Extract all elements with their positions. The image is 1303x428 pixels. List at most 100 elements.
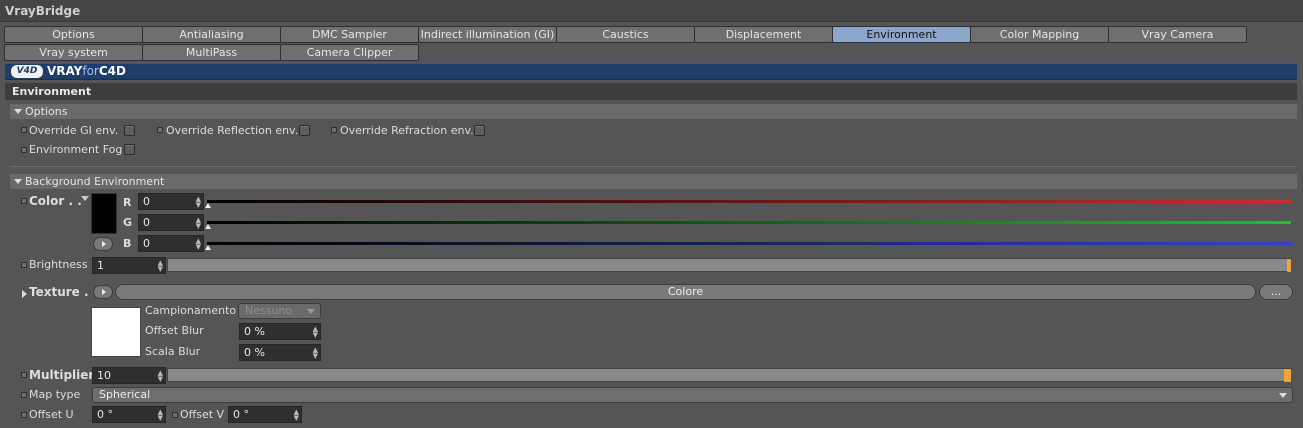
animation-dot-icon[interactable] xyxy=(21,198,27,204)
brightness-slider[interactable] xyxy=(167,258,1291,272)
offset-blur-input[interactable]: 0 % ▲ ▼ xyxy=(239,323,321,340)
g-slider-handle-icon[interactable] xyxy=(205,224,211,229)
animation-dot-icon[interactable] xyxy=(21,412,27,418)
brightness-slider-handle[interactable] xyxy=(1287,259,1291,272)
campionamento-label: Campionamento xyxy=(145,304,237,317)
tab-dmc-sampler[interactable]: DMC Sampler xyxy=(280,26,419,43)
r-slider-handle-icon[interactable] xyxy=(205,203,211,208)
section-title: Environment xyxy=(5,83,1297,100)
background-environment-group[interactable]: Background Environment xyxy=(10,174,1297,189)
tab-multipass[interactable]: MultiPass xyxy=(142,44,281,61)
r-input[interactable]: 0 ▲ ▼ xyxy=(138,193,204,210)
animation-dot-icon[interactable] xyxy=(157,127,163,133)
offset-u-value: 0 ° xyxy=(97,408,113,421)
tab-environment[interactable]: Environment xyxy=(832,26,971,43)
animation-dot-icon[interactable] xyxy=(21,392,27,398)
color-label: Color . . xyxy=(29,194,82,208)
g-slider[interactable] xyxy=(207,221,1291,224)
texture-more-button[interactable]: ... xyxy=(1259,284,1293,300)
offset-u-label: Offset U xyxy=(29,408,74,421)
b-label: B xyxy=(123,237,132,250)
animation-dot-icon[interactable] xyxy=(21,372,27,378)
brightness-input[interactable]: 1 ▲ ▼ xyxy=(92,257,166,274)
brand-vray: VRAY xyxy=(47,64,83,78)
b-slider-handle-icon[interactable] xyxy=(205,245,211,250)
override-gi-label: Override GI env. xyxy=(29,124,119,137)
multiplier-input[interactable]: 10 ▲ ▼ xyxy=(92,367,166,384)
map-type-label: Map type xyxy=(29,388,81,401)
collapse-triangle-icon xyxy=(14,109,22,114)
tab-caustics[interactable]: Caustics xyxy=(556,26,695,43)
options-group[interactable]: Options xyxy=(10,104,1297,119)
tab-antialiasing[interactable]: Antialiasing xyxy=(142,26,281,43)
offset-v-input[interactable]: 0 ° ▲ ▼ xyxy=(228,406,302,423)
animation-dot-icon[interactable] xyxy=(172,412,178,418)
options-group-label: Options xyxy=(25,105,68,118)
collapse-triangle-icon xyxy=(14,179,22,184)
override-reflection-label: Override Reflection env. xyxy=(166,124,299,137)
texture-preview xyxy=(91,307,141,357)
color-swatch[interactable] xyxy=(91,193,117,234)
spinner-icon[interactable]: ▲ ▼ xyxy=(313,326,318,339)
g-label: G xyxy=(123,216,133,229)
spinner-icon[interactable]: ▲ ▼ xyxy=(294,409,299,422)
offset-v-value: 0 ° xyxy=(233,408,249,421)
offset-u-input[interactable]: 0 ° ▲ ▼ xyxy=(92,406,166,423)
g-value: 0 xyxy=(143,216,150,229)
tab-color-mapping[interactable]: Color Mapping xyxy=(970,26,1109,43)
color-expand-button[interactable] xyxy=(93,237,113,251)
vray-brand: VRAYforC4D xyxy=(47,63,126,80)
texture-menu-button[interactable] xyxy=(93,285,113,299)
scala-blur-input[interactable]: 0 % ▲ ▼ xyxy=(239,344,321,361)
campionamento-value: Nessuno xyxy=(245,304,293,317)
spinner-icon[interactable]: ▲ ▼ xyxy=(158,409,163,422)
override-refraction-label: Override Refraction env. xyxy=(340,124,474,137)
offset-blur-value: 0 % xyxy=(244,325,265,338)
vray-banner xyxy=(5,63,1297,80)
multiplier-slider-handle[interactable] xyxy=(1284,369,1291,382)
b-input[interactable]: 0 ▲ ▼ xyxy=(138,235,204,252)
tab-vray-camera[interactable]: Vray Camera xyxy=(1108,26,1247,43)
animation-dot-icon[interactable] xyxy=(21,127,27,133)
texture-shader-button[interactable]: Colore xyxy=(115,284,1256,300)
spinner-icon[interactable]: ▲ ▼ xyxy=(158,260,163,273)
color-menu-arrow-icon[interactable] xyxy=(81,196,89,201)
offset-blur-label: Offset Blur xyxy=(145,324,204,337)
chevron-down-icon xyxy=(307,309,315,314)
g-input[interactable]: 0 ▲ ▼ xyxy=(138,214,204,231)
multiplier-slider[interactable] xyxy=(167,368,1291,382)
b-slider[interactable] xyxy=(207,242,1291,245)
tab-vray-system[interactable]: Vray system xyxy=(4,44,143,61)
spinner-icon[interactable]: ▲ ▼ xyxy=(313,347,318,360)
scala-blur-value: 0 % xyxy=(244,346,265,359)
override-reflection-checkbox[interactable] xyxy=(299,125,310,136)
map-type-dropdown[interactable]: Spherical xyxy=(92,387,1293,403)
chevron-down-icon xyxy=(1279,393,1287,398)
map-type-value: Spherical xyxy=(99,388,151,401)
campionamento-dropdown[interactable]: Nessuno xyxy=(238,303,321,319)
animation-dot-icon[interactable] xyxy=(331,127,337,133)
r-label: R xyxy=(123,196,132,209)
tab-options[interactable]: Options xyxy=(4,26,143,43)
tab-indirect-illumination[interactable]: Indirect illumination (GI) xyxy=(418,26,557,43)
vray-logo-icon: V4D xyxy=(11,65,43,78)
brightness-label: Brightness xyxy=(29,258,88,271)
spinner-icon[interactable]: ▲ ▼ xyxy=(196,217,201,230)
animation-dot-icon[interactable] xyxy=(21,262,27,268)
texture-label: Texture . . xyxy=(29,285,98,299)
override-gi-checkbox[interactable] xyxy=(124,125,135,136)
spinner-icon[interactable]: ▲ ▼ xyxy=(196,196,201,209)
window-title: VrayBridge xyxy=(0,0,1303,22)
override-refraction-checkbox[interactable] xyxy=(474,125,485,136)
background-group-label: Background Environment xyxy=(25,175,165,188)
tab-displacement[interactable]: Displacement xyxy=(694,26,833,43)
multiplier-value: 10 xyxy=(97,369,111,382)
tab-camera-clipper[interactable]: Camera Clipper xyxy=(280,44,419,61)
animation-dot-icon[interactable] xyxy=(21,147,27,153)
spinner-icon[interactable]: ▲ ▼ xyxy=(196,238,201,251)
spinner-icon[interactable]: ▲ ▼ xyxy=(158,370,163,383)
r-value: 0 xyxy=(143,195,150,208)
texture-expand-icon[interactable] xyxy=(22,288,27,301)
r-slider[interactable] xyxy=(207,200,1291,203)
environment-fog-checkbox[interactable] xyxy=(124,144,135,155)
